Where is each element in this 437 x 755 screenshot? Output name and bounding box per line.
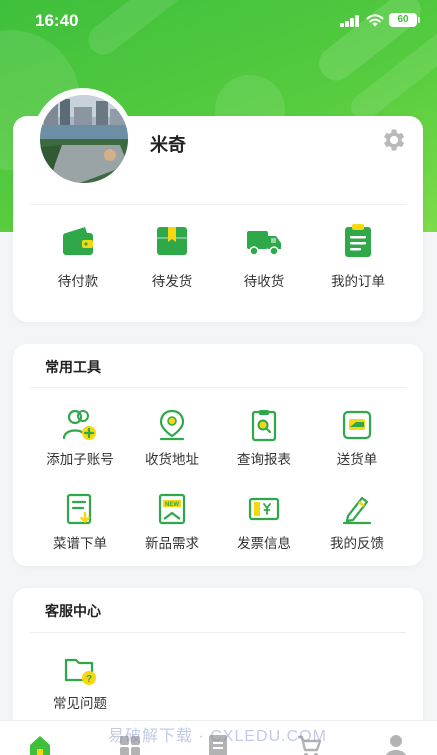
new-product-icon: NEW [158,493,186,525]
feedback-pen-icon [342,496,372,525]
status-time: 16:40 [35,11,79,30]
tool-query-report[interactable]: 查询报表 [218,408,310,468]
watermark-text: 易破解下载 · CXLEDU.COM [108,728,327,745]
wallet-icon [63,227,93,255]
svg-text:NEW: NEW [165,502,179,508]
add-user-icon [62,409,96,440]
faq-folder-icon: ? [64,658,96,685]
tool-label: 新品需求 [145,536,199,552]
divider [30,632,406,633]
username: 米奇 [150,135,186,156]
tools-section-title: 常用工具 [45,360,101,376]
divider [30,387,406,388]
clipboard-icon [345,224,371,257]
tool-recipe-order[interactable]: 菜谱下单 [34,492,126,552]
tool-new-product-request[interactable]: NEW 新品需求 [126,492,218,552]
order-label: 待收货 [243,274,285,290]
battery-icon: 60 [389,13,420,27]
order-my-orders[interactable]: 我的订单 [312,222,404,290]
home-icon[interactable] [27,733,53,755]
status-bar: 16:40 60 [0,0,437,44]
tool-delivery-slip[interactable]: 送货单 [311,408,403,468]
tool-label: 添加子账号 [46,452,114,468]
tool-add-subaccount[interactable]: 添加子账号 [34,408,126,468]
location-pin-icon [159,409,185,441]
box-icon [157,227,187,255]
order-label: 待付款 [57,274,99,290]
tool-invoice-info[interactable]: 发票信息 [218,492,310,552]
settings-gear-icon[interactable] [379,126,407,154]
order-pending-shipment[interactable]: 待发货 [126,222,218,290]
svg-text:?: ? [86,674,92,685]
service-section-title: 客服中心 [45,604,101,620]
order-label: 我的订单 [331,274,385,290]
avatar[interactable] [40,95,128,183]
truck-icon [247,231,281,256]
tool-label: 送货单 [336,452,378,468]
tool-label: 菜谱下单 [53,536,107,552]
delivery-slip-icon [342,410,372,440]
tool-label: 我的反馈 [330,536,384,552]
signal-icon [340,15,360,27]
divider [30,204,406,205]
tool-shipping-address[interactable]: 收货地址 [126,408,218,468]
wifi-icon [366,14,384,27]
order-label: 待发货 [151,274,193,290]
service-faq[interactable]: ? 常见问题 [34,654,126,712]
tool-label: 查询报表 [237,452,291,468]
service-label: 常见问题 [53,696,107,712]
invoice-icon [248,497,280,521]
tool-label: 发票信息 [237,536,291,552]
order-pending-receipt[interactable]: 待收货 [218,222,310,290]
order-pending-payment[interactable]: 待付款 [32,222,124,290]
tool-label: 收货地址 [145,452,199,468]
tool-my-feedback[interactable]: 我的反馈 [311,492,403,552]
report-search-icon [251,410,277,442]
user-icon[interactable] [383,733,409,755]
recipe-order-icon [66,493,92,525]
